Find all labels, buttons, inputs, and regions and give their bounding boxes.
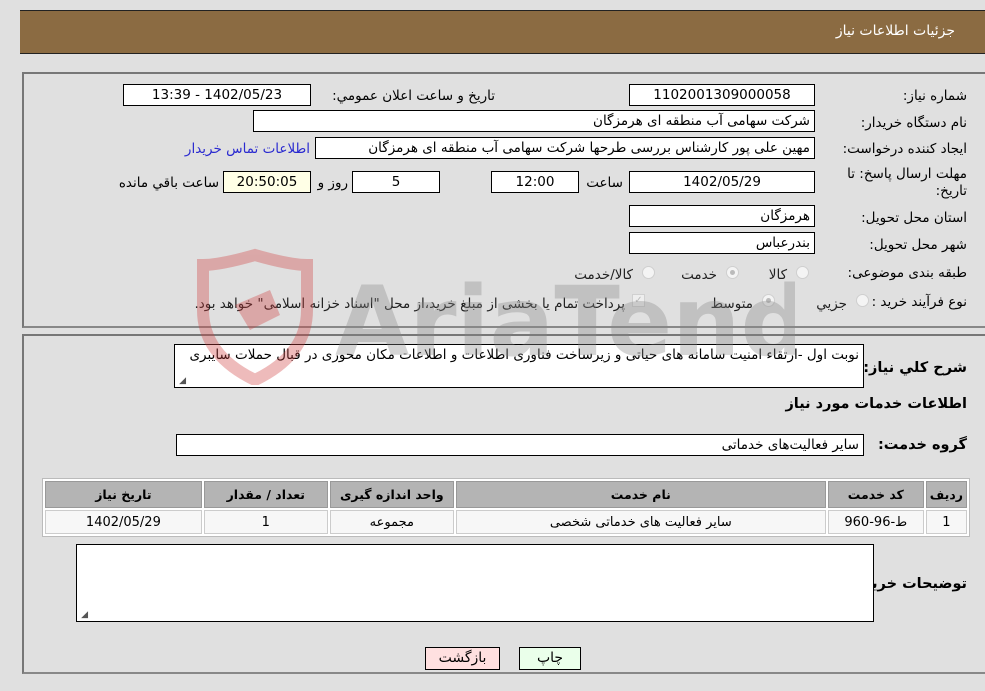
cell-service-code: ط-96-960 bbox=[827, 510, 924, 534]
deadline-time-field[interactable]: 12:00 bbox=[491, 171, 579, 193]
category-radio-service[interactable] bbox=[726, 266, 739, 279]
service-group-field[interactable]: سایر فعالیت‌های خدماتی bbox=[176, 434, 864, 456]
page-header: جزئیات اطلاعات نیاز bbox=[20, 10, 985, 54]
print-button[interactable]: چاپ bbox=[519, 647, 581, 670]
process-option-minor: جزيي bbox=[816, 296, 847, 312]
days-remaining-field[interactable]: 5 bbox=[352, 171, 440, 193]
process-label: نوع فرآیند خرید : bbox=[871, 294, 967, 310]
services-table: رديف كد خدمت نام خدمت واحد اندازه گیری ت… bbox=[42, 478, 970, 537]
need-details-panel: شرح کلي نياز: نوبت اول -ارتقاء امنیت سام… bbox=[22, 334, 985, 674]
table-row: 1 ط-96-960 سایر فعالیت های خدماتی شخصی م… bbox=[45, 510, 967, 534]
treasury-checkbox-label: پرداخت تمام یا بخشی از مبلغ خرید،از محل … bbox=[194, 296, 625, 312]
need-number-label: شماره نیاز: bbox=[902, 88, 967, 104]
announce-label: تاریخ و ساعت اعلان عمومي: bbox=[332, 88, 495, 104]
table-header-row: رديف كد خدمت نام خدمت واحد اندازه گیری ت… bbox=[45, 481, 967, 508]
cell-need-date: 1402/05/29 bbox=[45, 510, 202, 534]
col-service-name: نام خدمت bbox=[455, 481, 826, 508]
treasury-checkbox[interactable]: ✓ bbox=[632, 294, 645, 307]
back-button[interactable]: بازگشت bbox=[425, 647, 500, 670]
deadline-date-field[interactable]: 1402/05/29 bbox=[629, 171, 815, 193]
remaining-time-label: ساعت باقي مانده bbox=[118, 175, 219, 191]
services-heading: اطلاعات خدمات مورد نياز bbox=[785, 396, 967, 412]
province-field[interactable]: هرمزگان bbox=[629, 205, 815, 227]
col-service-code: كد خدمت bbox=[827, 481, 924, 508]
description-label: شرح کلي نياز: bbox=[863, 360, 967, 376]
city-label: شهر محل تحویل: bbox=[869, 237, 967, 253]
resize-handle-icon[interactable]: ◢ bbox=[79, 611, 88, 620]
creator-field[interactable]: مهین علی پور کارشناس بررسی طرحها شرکت سه… bbox=[315, 137, 815, 159]
category-radio-goods-service[interactable] bbox=[642, 266, 655, 279]
cell-row-number: 1 bbox=[925, 510, 967, 534]
province-label: استان محل تحویل: bbox=[861, 210, 967, 226]
process-radio-medium[interactable] bbox=[762, 294, 775, 307]
col-need-date: تاریخ نیاز bbox=[45, 481, 202, 508]
description-textarea[interactable]: نوبت اول -ارتقاء امنیت سامانه های حیاتی … bbox=[174, 344, 864, 388]
resize-handle-icon[interactable]: ◢ bbox=[177, 377, 186, 386]
category-option-goods: کالا bbox=[768, 267, 787, 283]
buyer-notes-textarea[interactable]: ◢ bbox=[76, 544, 874, 622]
announce-datetime-field[interactable]: 1402/05/23 - 13:39 bbox=[123, 84, 311, 106]
cell-unit: مجموعه bbox=[329, 510, 454, 534]
need-info-panel: شماره نیاز: 1102001309000058 تاریخ و ساع… bbox=[22, 72, 985, 328]
category-option-goods-service: کالا/خدمت bbox=[574, 267, 633, 283]
creator-label: ایجاد کننده درخواست: bbox=[842, 141, 967, 157]
col-row-number: رديف bbox=[925, 481, 967, 508]
buyer-contact-link[interactable]: اطلاعات تماس خریدار bbox=[185, 141, 310, 157]
cell-quantity: 1 bbox=[203, 510, 328, 534]
days-label: روز و bbox=[317, 175, 348, 191]
remaining-time-field: 20:50:05 bbox=[223, 171, 311, 193]
service-group-label: گروه خدمت: bbox=[877, 437, 967, 453]
category-option-service: خدمت bbox=[681, 267, 717, 283]
buyer-label: نام دستگاه خریدار: bbox=[860, 115, 967, 131]
page-title: جزئیات اطلاعات نیاز bbox=[835, 23, 955, 39]
category-radio-goods[interactable] bbox=[796, 266, 809, 279]
cell-service-name: سایر فعالیت های خدماتی شخصی bbox=[455, 510, 826, 534]
buyer-name-field[interactable]: شرکت سهامی آب منطقه ای هرمزگان bbox=[253, 110, 815, 132]
col-quantity: تعداد / مقدار bbox=[203, 481, 328, 508]
col-unit: واحد اندازه گیری bbox=[329, 481, 454, 508]
deadline-label: مهلت ارسال پاسخ: تا تاریخ: bbox=[847, 166, 967, 199]
process-option-medium: متوسط bbox=[710, 296, 753, 312]
process-radio-minor[interactable] bbox=[856, 294, 869, 307]
city-field[interactable]: بندرعباس bbox=[629, 232, 815, 254]
description-text: نوبت اول -ارتقاء امنیت سامانه های حیاتی … bbox=[189, 347, 859, 363]
deadline-time-label: ساعت bbox=[586, 175, 623, 191]
need-number-field[interactable]: 1102001309000058 bbox=[629, 84, 815, 106]
category-label: طبقه بندی موضوعی: bbox=[847, 265, 967, 281]
